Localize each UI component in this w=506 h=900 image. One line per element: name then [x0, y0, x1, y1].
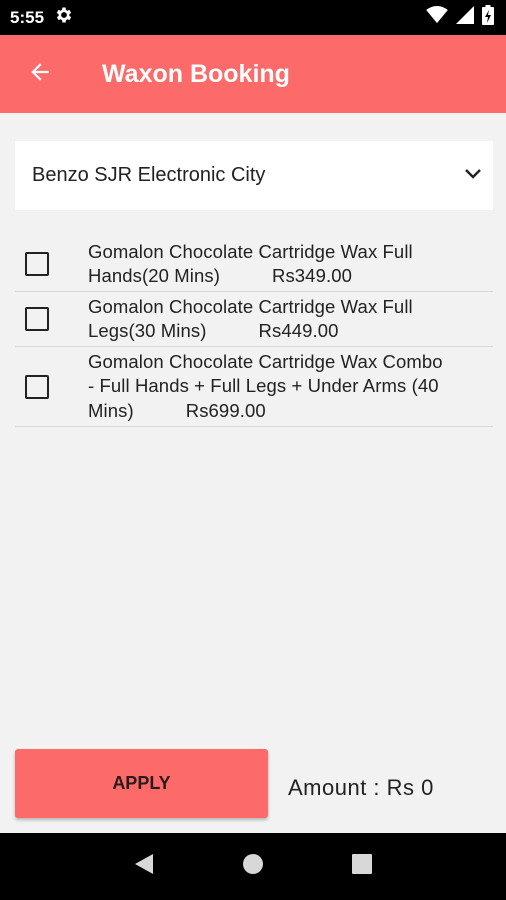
service-name-line: Gomalon Chocolate Cartridge Wax Full [88, 240, 413, 262]
list-item[interactable]: Gomalon Chocolate Cartridge Wax Combo - … [15, 347, 493, 427]
back-button[interactable] [12, 46, 68, 102]
status-right [426, 5, 494, 30]
nav-home-button[interactable] [233, 847, 273, 887]
service-checkbox[interactable] [25, 252, 49, 276]
status-left: 5:55 [10, 5, 74, 30]
battery-charging-icon [482, 5, 494, 30]
location-dropdown[interactable]: Benzo SJR Electronic City [15, 141, 493, 210]
chevron-down-icon [461, 161, 485, 190]
service-description: Gomalon Chocolate Cartridge Wax Full Leg… [88, 295, 413, 344]
service-price: Rs699.00 [185, 399, 266, 421]
location-selected-value: Benzo SJR Electronic City [32, 164, 266, 186]
list-item[interactable]: Gomalon Chocolate Cartridge Wax Full Han… [15, 237, 493, 292]
cell-signal-icon [456, 6, 474, 29]
recents-square-icon [351, 853, 373, 880]
app-bar: Waxon Booking [0, 35, 506, 113]
service-price: Rs449.00 [258, 320, 339, 341]
service-name-end: Mins) [88, 399, 134, 421]
service-checkbox[interactable] [25, 307, 49, 331]
home-circle-icon [242, 853, 264, 880]
service-name-line: Gomalon Chocolate Cartridge Wax Full [88, 295, 413, 317]
back-triangle-icon [133, 852, 155, 881]
service-name-end: Hands(20 Mins) [88, 265, 220, 286]
nav-back-button[interactable] [124, 847, 164, 887]
service-price: Rs349.00 [271, 265, 352, 286]
system-nav-bar [0, 833, 506, 900]
service-description: Gomalon Chocolate Cartridge Wax Combo - … [88, 350, 443, 424]
status-bar: 5:55 [0, 0, 506, 35]
service-list: Gomalon Chocolate Cartridge Wax Full Han… [15, 237, 493, 427]
service-checkbox[interactable] [25, 374, 49, 399]
wifi-icon [426, 6, 448, 29]
nav-recents-button[interactable] [342, 847, 382, 887]
status-time: 5:55 [10, 7, 45, 27]
service-name-end: Legs(30 Mins) [88, 320, 207, 341]
service-description: Gomalon Chocolate Cartridge Wax Full Han… [88, 240, 413, 289]
service-name-line: Gomalon Chocolate Cartridge Wax Combo [88, 350, 443, 372]
settings-icon [54, 5, 74, 30]
service-name-line: - Full Hands + Full Legs + Under Arms (4… [88, 375, 439, 397]
list-item[interactable]: Gomalon Chocolate Cartridge Wax Full Leg… [15, 292, 493, 347]
bottom-panel: APPLY Amount : Rs 0 [0, 749, 506, 819]
amount-total: Amount : Rs 0 [288, 775, 434, 800]
apply-button[interactable]: APPLY [15, 749, 268, 818]
arrow-back-icon [27, 59, 53, 90]
page-title: Waxon Booking [102, 59, 290, 88]
